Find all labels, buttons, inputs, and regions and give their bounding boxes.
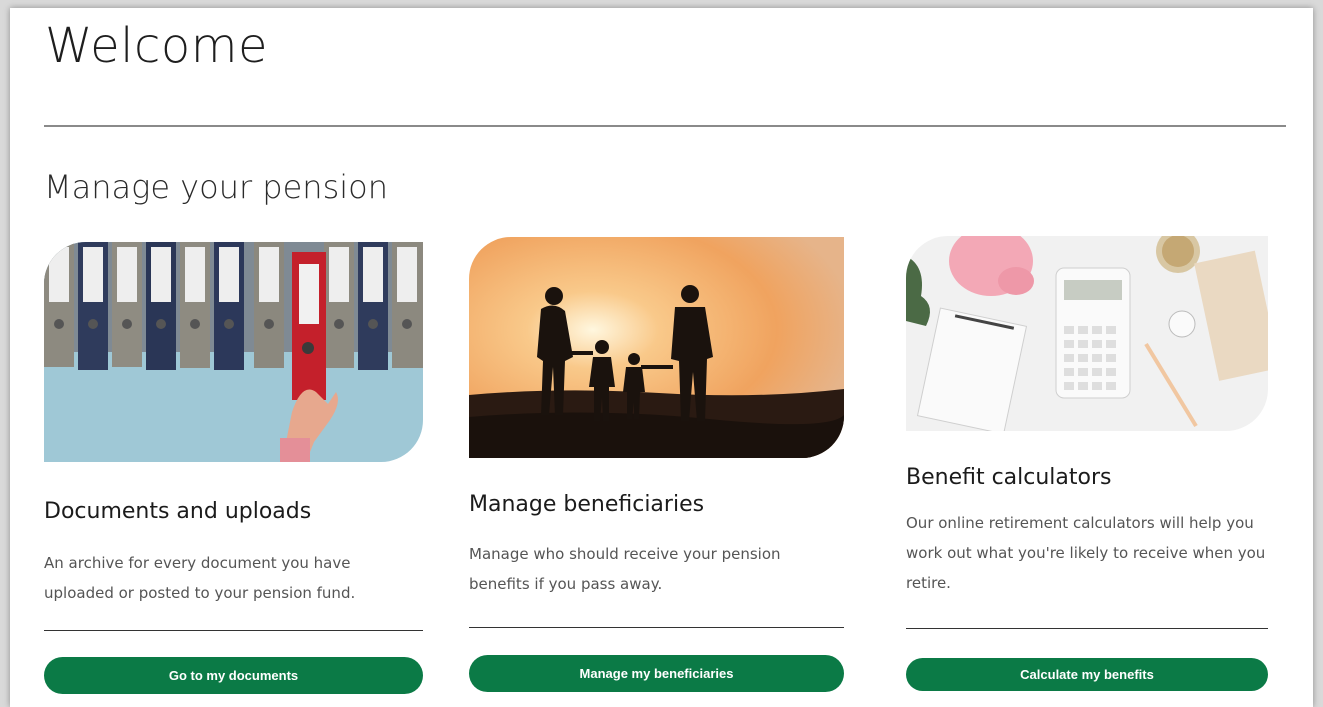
card-beneficiaries: Manage beneficiaries Manage who should r… [469,237,844,692]
page-title: Welcome [45,18,269,74]
card-description: An archive for every document you have u… [44,554,356,602]
calculate-benefits-button[interactable]: Calculate my benefits [906,658,1268,691]
card-calculators: Benefit calculators Our online retiremen… [906,236,1268,694]
family-sunset-image [469,237,844,458]
card-title: Manage beneficiaries [469,492,705,517]
card-description: Our online retirement calculators will h… [906,514,1266,592]
go-to-documents-button[interactable]: Go to my documents [44,657,423,694]
card-title: Documents and uploads [44,499,312,524]
card-divider [44,630,423,631]
calculator-desk-image [906,236,1268,431]
manage-beneficiaries-button[interactable]: Manage my beneficiaries [469,655,844,692]
section-title: Manage your pension [44,168,388,206]
page-frame: Welcome Manage your pension Documents an… [10,8,1313,707]
header-divider [44,125,1286,127]
card-documents: Documents and uploads An archive for eve… [44,242,423,694]
binders-image [44,242,423,462]
card-divider [906,628,1268,629]
card-divider [469,627,844,628]
card-description: Manage who should receive your pension b… [469,545,781,593]
card-title: Benefit calculators [906,465,1112,490]
